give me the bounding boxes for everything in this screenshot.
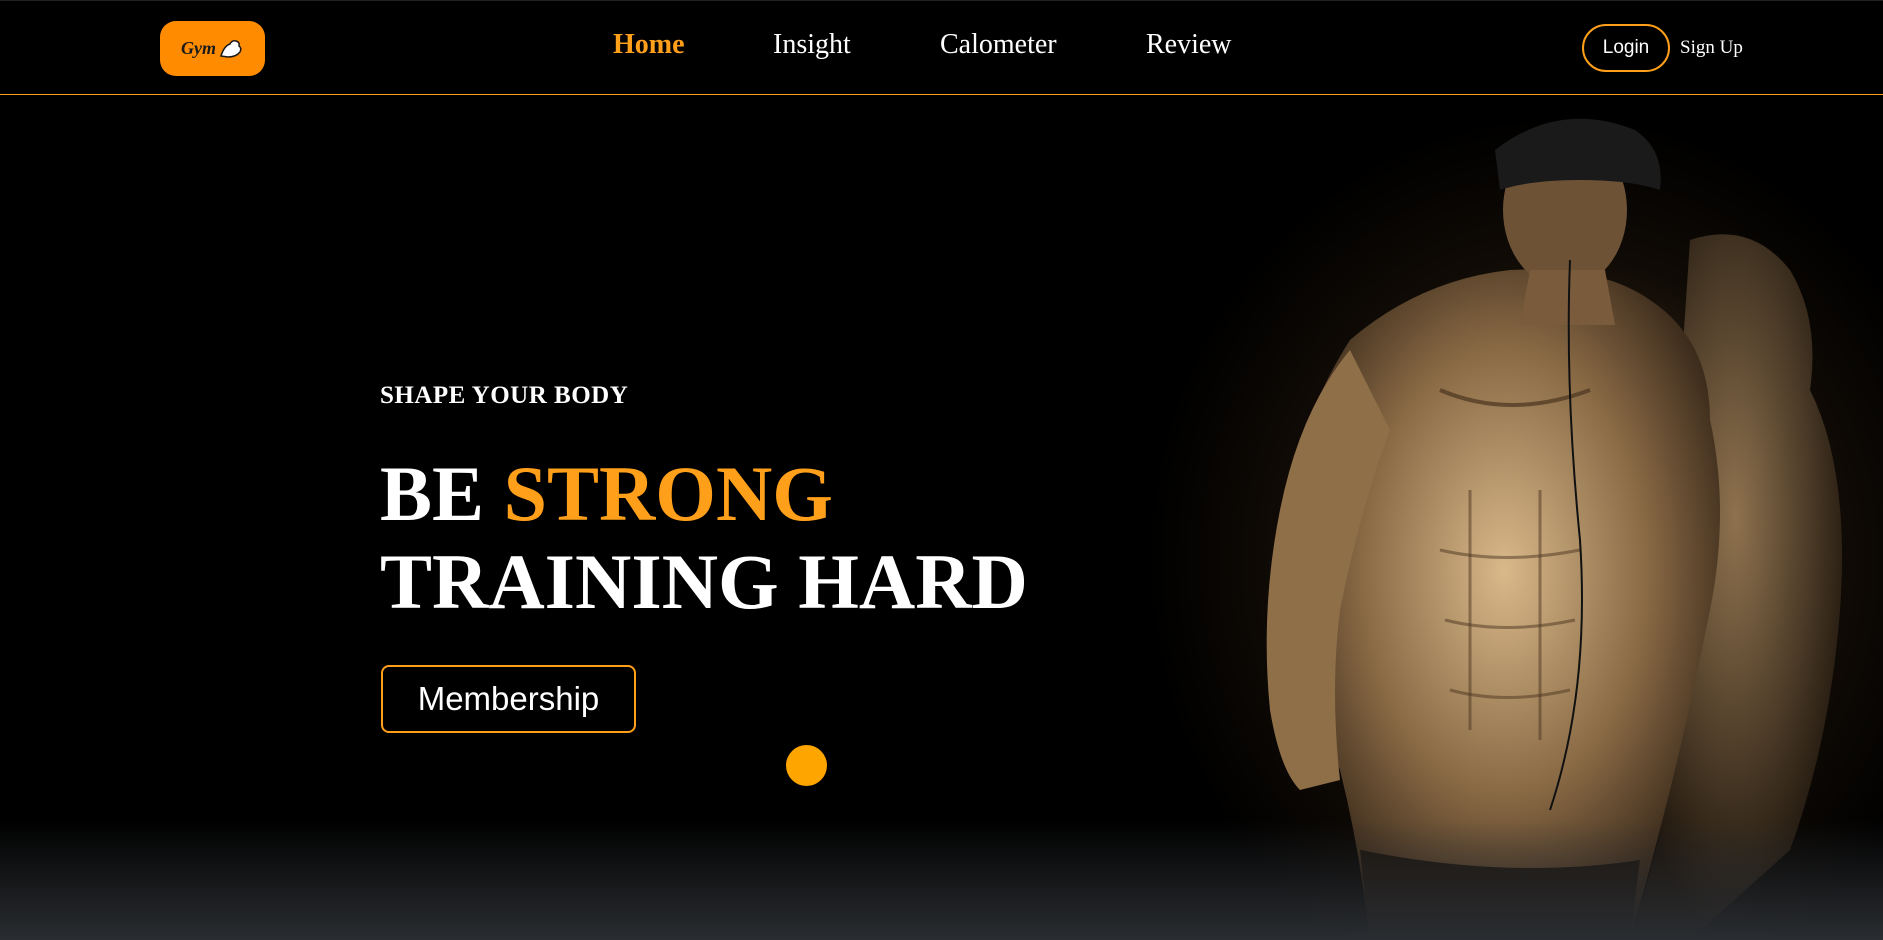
decorative-dot <box>786 745 827 786</box>
headline-accent: STRONG <box>503 450 833 537</box>
login-button[interactable]: Login <box>1582 24 1670 72</box>
signup-link[interactable]: Sign Up <box>1680 37 1743 59</box>
nav-insight[interactable]: Insight <box>773 29 851 61</box>
athlete-image <box>1210 90 1883 940</box>
nav-review[interactable]: Review <box>1146 29 1232 61</box>
membership-button[interactable]: Membership <box>381 665 636 733</box>
headline-line2: TRAINING HARD <box>380 538 1028 625</box>
hero-headline: BE STRONG TRAINING HARD <box>380 450 1028 626</box>
nav-calometer[interactable]: Calometer <box>940 29 1057 61</box>
headline-word-be: BE <box>380 450 485 537</box>
bottom-fade <box>0 820 1883 940</box>
site-header: Gym Home Insight Calometer Review Login … <box>0 0 1883 95</box>
hero-tagline: SHAPE YOUR BODY <box>380 382 629 409</box>
nav-home[interactable]: Home <box>613 29 685 61</box>
